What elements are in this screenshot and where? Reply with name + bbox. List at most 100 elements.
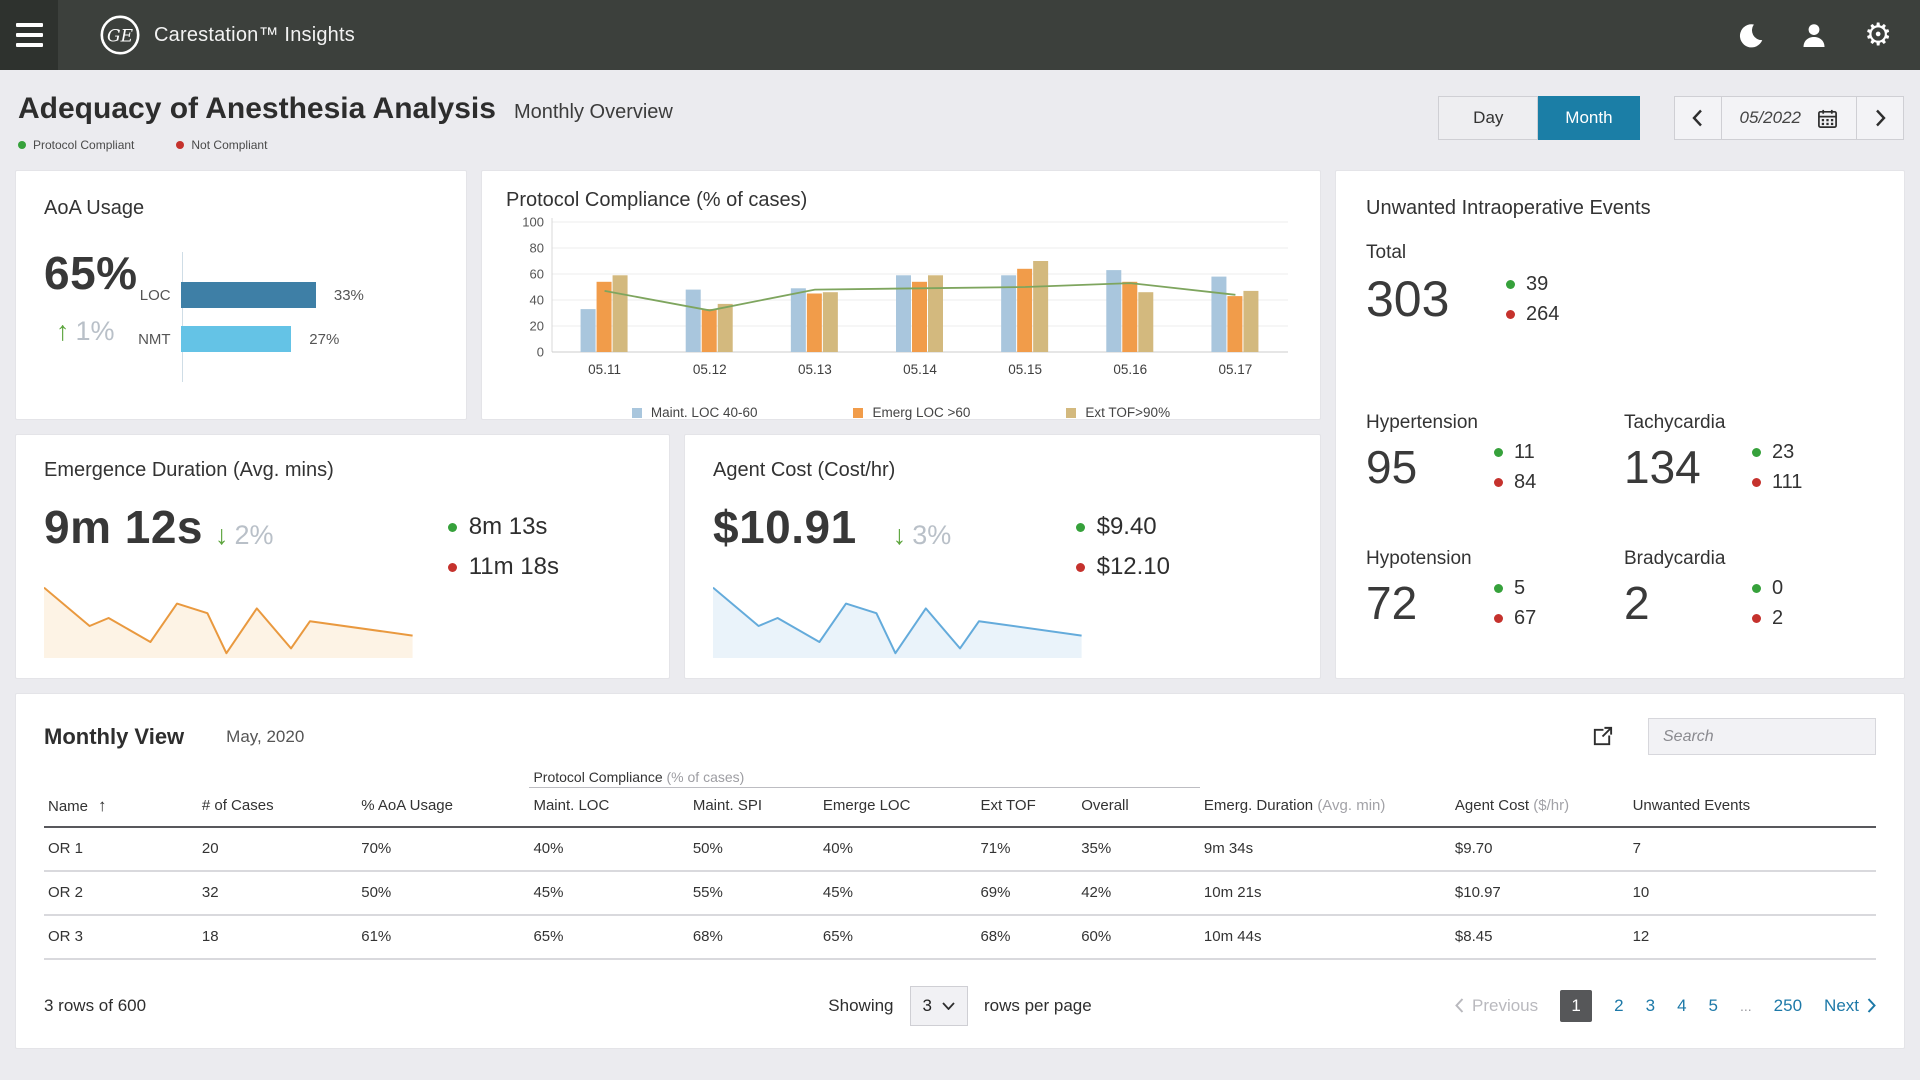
events-total-label: Total (1366, 242, 1874, 264)
search-box (1648, 718, 1876, 755)
table-row[interactable]: OR 12070%40%50%40%71%35%9m 34s$9.707 (44, 827, 1876, 871)
emergence-card-title: Emergence Duration (Avg. mins) (44, 459, 641, 482)
emergence-sparkline (44, 578, 424, 658)
column-header-name[interactable]: Name↑ (44, 788, 198, 827)
protocol-compliance-chart: 02040608010005.1105.1205.1305.1405.1505.… (506, 212, 1296, 398)
next-period-chevron[interactable] (1857, 97, 1903, 139)
emergence-delta: 2% (235, 520, 274, 551)
emergence-noncompliant-value: 11m 18s (469, 553, 559, 581)
aoa-bar-row: NMT27% (185, 326, 364, 352)
table-cell: 69% (976, 871, 1077, 915)
table-cell: OR 3 (44, 915, 198, 959)
page-button-5[interactable]: 5 (1709, 996, 1718, 1016)
column-header: % AoA Usage (357, 788, 529, 827)
aoa-value: 65% (44, 246, 138, 300)
agent-value: $10.91 (713, 500, 857, 554)
svg-text:05.15: 05.15 (1008, 362, 1042, 377)
date-picker-field[interactable]: 05/2022 (1721, 97, 1857, 139)
next-page-button[interactable]: Next (1824, 996, 1876, 1016)
svg-text:60: 60 (530, 267, 544, 282)
table-cell: 70% (357, 827, 529, 871)
table-cell: 12 (1629, 915, 1876, 959)
export-icon[interactable] (1591, 725, 1614, 748)
page-button-250[interactable]: 250 (1774, 996, 1802, 1016)
page-title: Adequacy of Anesthesia Analysis (18, 92, 496, 126)
table-row[interactable]: OR 31861%65%68%65%68%60%10m 44s$8.4512 (44, 915, 1876, 959)
legend-protocol-compliant: Protocol Compliant (18, 138, 134, 152)
brand: GE Carestation™ Insights (100, 15, 355, 55)
page-button-1[interactable]: 1 (1560, 990, 1592, 1022)
legend-swatch-icon (853, 408, 863, 418)
day-toggle-button[interactable]: Day (1438, 96, 1538, 140)
unwanted-events-card: Unwanted Intraoperative Events Total 303… (1335, 170, 1905, 679)
table-body: OR 12070%40%50%40%71%35%9m 34s$9.707OR 2… (44, 827, 1876, 959)
emergence-compliant-value: 8m 13s (469, 513, 548, 541)
table-cell: 71% (976, 827, 1077, 871)
table-cell: OR 2 (44, 871, 198, 915)
green-dot-icon (1506, 280, 1515, 289)
page-button-2[interactable]: 2 (1614, 996, 1623, 1016)
table-cell: 65% (819, 915, 977, 959)
table-cell: 18 (198, 915, 357, 959)
table-head: Protocol Compliance (% of cases)Name↑# o… (44, 769, 1876, 827)
table-cell: 9m 34s (1200, 827, 1451, 871)
previous-page-button[interactable]: Previous (1455, 996, 1538, 1016)
column-header: Emerge LOC (819, 788, 977, 827)
legend-swatch-icon (632, 408, 642, 418)
green-dot-icon (1752, 584, 1761, 593)
table-cell: 40% (529, 827, 688, 871)
chart-legend-item: Ext TOF>90% (1066, 405, 1170, 420)
topbar: GE Carestation™ Insights ⚙ (0, 0, 1920, 70)
table-cell: 65% (529, 915, 688, 959)
svg-text:05.16: 05.16 (1113, 362, 1147, 377)
settings-gear-icon[interactable]: ⚙ (1864, 20, 1892, 51)
event-metric-hypotension: Hypotension72567 (1366, 548, 1624, 630)
calendar-icon (1817, 108, 1838, 129)
agent-card-title: Agent Cost (Cost/hr) (713, 459, 1292, 482)
rows-per-page-select[interactable]: 3 (910, 986, 968, 1026)
table-cell: 45% (819, 871, 977, 915)
table-cell: 10m 21s (1200, 871, 1451, 915)
prev-period-chevron[interactable] (1675, 97, 1721, 139)
chart-legend-item: Maint. LOC 40-60 (632, 405, 758, 420)
table-cell: 42% (1077, 871, 1200, 915)
table-cell: 68% (689, 915, 819, 959)
table-row[interactable]: OR 23250%45%55%45%69%42%10m 21s$10.9710 (44, 871, 1876, 915)
table-cell: 40% (819, 827, 977, 871)
table-cell: 50% (357, 871, 529, 915)
rows-info: 3 rows of 600 (44, 996, 828, 1016)
svg-text:80: 80 (530, 241, 544, 256)
table-cell: 60% (1077, 915, 1200, 959)
red-dot-icon (1494, 614, 1503, 623)
agent-delta: 3% (912, 520, 951, 551)
table-cell: $10.97 (1451, 871, 1629, 915)
chevron-left-icon (1455, 998, 1464, 1013)
month-toggle-button[interactable]: Month (1538, 96, 1639, 140)
column-header: Ext TOF (976, 788, 1077, 827)
legend-swatch-icon (1066, 408, 1076, 418)
aoa-delta: 1% (76, 316, 115, 347)
ge-logo-icon: GE (100, 15, 140, 55)
aoa-mini-bar-chart: LOC33%NMT27% (182, 252, 364, 382)
menu-icon[interactable] (0, 0, 58, 70)
red-dot-icon (1752, 478, 1761, 487)
column-header: Emerg. Duration (Avg. min) (1200, 788, 1451, 827)
search-input[interactable] (1663, 728, 1871, 746)
event-metric-bradycardia: Bradycardia202 (1624, 548, 1874, 630)
column-header: # of Cases (198, 788, 357, 827)
green-dot-icon (1076, 523, 1085, 532)
events-card-title: Unwanted Intraoperative Events (1366, 197, 1874, 220)
user-profile-icon[interactable] (1800, 21, 1828, 49)
event-metric-hypertension: Hypertension951184 (1366, 412, 1624, 494)
events-total-value: 303 (1366, 270, 1506, 328)
agent-compliant-value: $9.40 (1097, 513, 1157, 541)
table-cell: $8.45 (1451, 915, 1629, 959)
pagination-ellipsis: ... (1740, 998, 1752, 1014)
date-value: 05/2022 (1740, 108, 1801, 128)
page-button-3[interactable]: 3 (1646, 996, 1655, 1016)
dark-mode-moon-icon[interactable] (1737, 22, 1764, 49)
table-cell: 10 (1629, 871, 1876, 915)
page-button-4[interactable]: 4 (1677, 996, 1686, 1016)
column-header: Overall (1077, 788, 1200, 827)
monthly-view-title: Monthly View (44, 724, 184, 750)
